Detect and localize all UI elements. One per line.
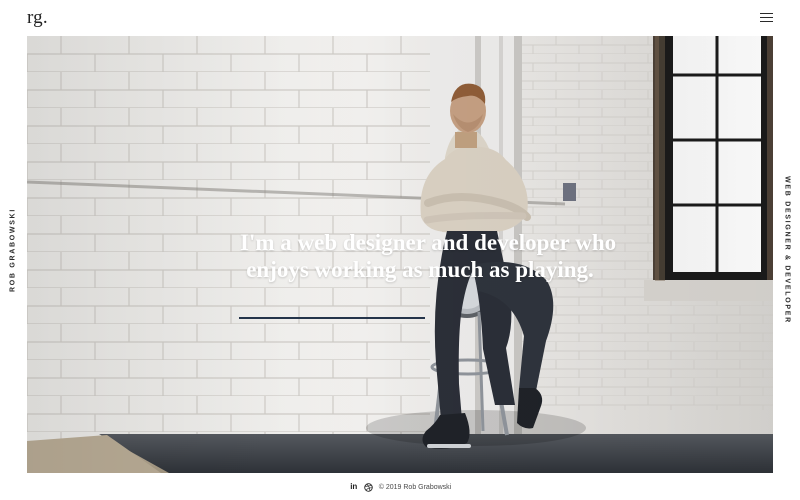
linkedin-icon[interactable]: in (349, 482, 359, 492)
footer: in © 2019 Rob Grabowski (0, 478, 800, 496)
dribbble-icon-graphic (364, 482, 373, 492)
hero-image-section: I'm a web designer and developer who enj… (27, 36, 773, 473)
copyright-text: © 2019 Rob Grabowski (378, 483, 452, 491)
left-side-name-label: ROB GRABOWSKI (9, 208, 17, 292)
portfolio-homepage: rg. ROB GRABOWSKI WEB DESIGNER & DEVELOP… (0, 0, 800, 500)
menu-line-top (760, 13, 773, 14)
right-side-role-label: WEB DESIGNER & DEVELOPER (783, 176, 791, 324)
menu-line-middle (760, 17, 773, 18)
linkedin-label: in (350, 482, 358, 491)
hero-headline: I'm a web designer and developer who enj… (240, 229, 617, 283)
hero-headline-line-2: enjoys working as much as playing. (246, 257, 594, 283)
dribbble-icon[interactable] (364, 482, 374, 492)
site-logo[interactable]: rg. (27, 7, 48, 29)
hamburger-menu-button[interactable] (760, 13, 773, 23)
headline-accent-rule (239, 317, 425, 319)
hero-headline-line-1: I'm a web designer and developer who (240, 230, 617, 256)
menu-line-bottom (760, 21, 773, 22)
